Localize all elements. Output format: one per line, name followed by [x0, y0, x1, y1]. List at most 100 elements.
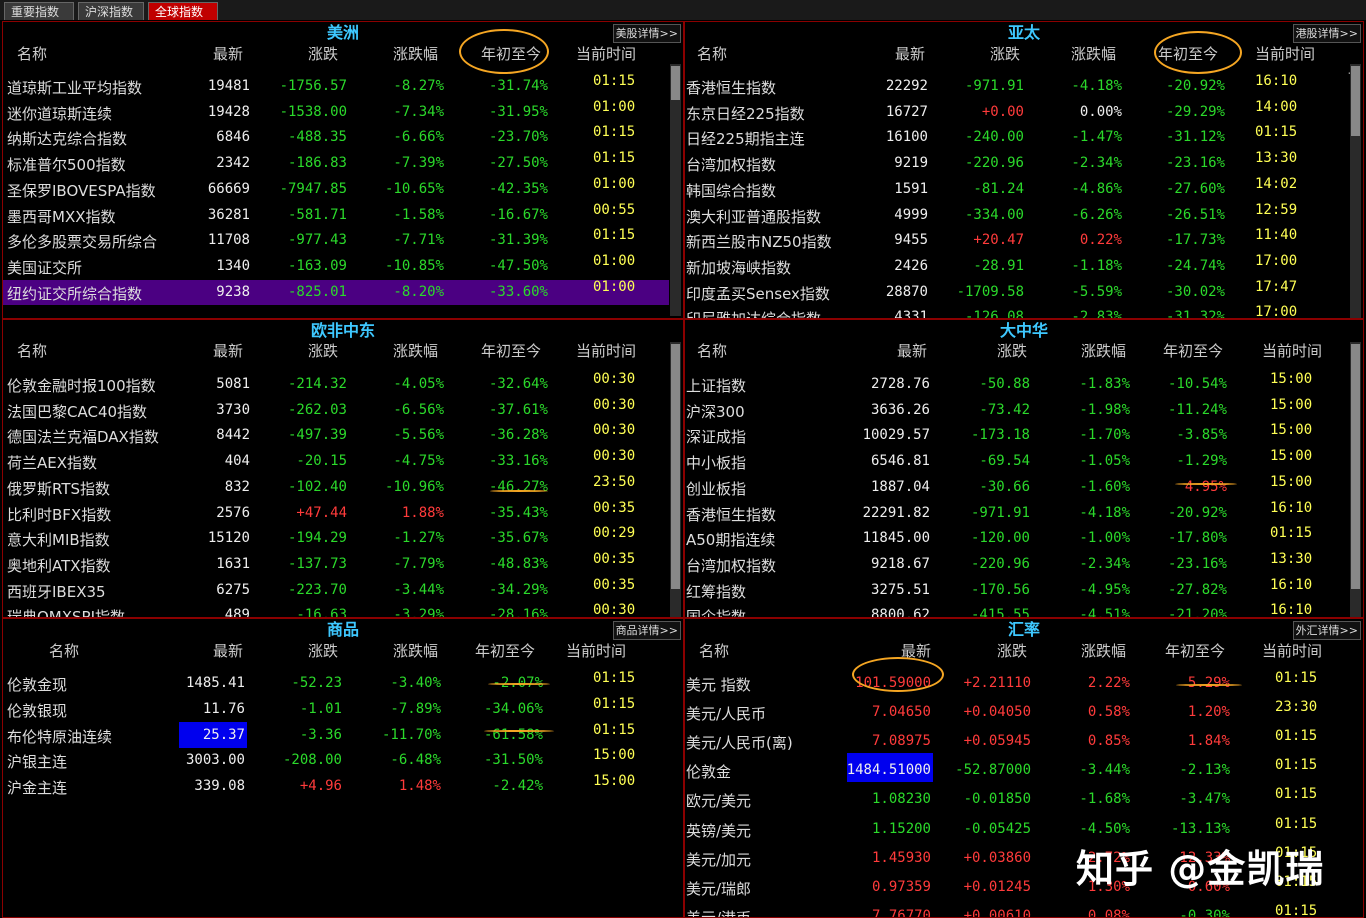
table-row[interactable]: 沪深300 3636.26 -73.42 -1.98% -11.24% 15:00: [685, 397, 1363, 425]
table-row[interactable]: A50期指连续 11845.00 -120.00 -1.00% -17.80% 01:15: [685, 525, 1363, 553]
column-header-time[interactable]: 当前时间: [566, 640, 626, 661]
column-header-change[interactable]: 涨跌: [997, 640, 1027, 661]
table-row[interactable]: 道琼斯工业平均指数 19481 -1756.57 -8.27% -31.74% 01:15: [3, 73, 683, 101]
table-row[interactable]: 沪银主连 3003.00 -208.00 -6.48% -31.50% 15:00: [3, 747, 683, 775]
column-header-ytd[interactable]: 年初至今: [1163, 340, 1223, 361]
detail-link[interactable]: 商品详情>>: [612, 621, 681, 640]
cell-time: 15:00: [1270, 422, 1313, 439]
column-header-ytd[interactable]: 年初至今: [1165, 640, 1225, 661]
table-row[interactable]: 伦敦金融时报100指数 5081 -214.32 -4.05% -32.64% 00:30: [3, 371, 683, 399]
column-header-ytd[interactable]: 年初至今: [475, 640, 535, 661]
scrollbar-thumb[interactable]: [1351, 66, 1360, 136]
table-row[interactable]: 中小板指 6546.81 -69.54 -1.05% -1.29% 15:00: [685, 448, 1363, 476]
table-row[interactable]: 法国巴黎CAC40指数 3730 -262.03 -6.56% -37.61% 00:30: [3, 397, 683, 425]
column-header-latest[interactable]: 最新: [895, 43, 925, 64]
table-row[interactable]: 意大利MIB指数 15120 -194.29 -1.27% -35.67% 00:29: [3, 525, 683, 553]
table-row[interactable]: 德国法兰克福DAX指数 8442 -497.39 -5.56% -36.28% 00:30: [3, 422, 683, 450]
vertical-scrollbar[interactable]: [1350, 342, 1361, 617]
table-row[interactable]: 印尼雅加达综合指数 4331 -126.08 -2.83% -31.32% 17:00: [685, 304, 1363, 318]
table-row[interactable]: 创业板指 1887.04 -30.66 -1.60% 4.95% 15:00: [685, 474, 1363, 502]
vertical-scrollbar[interactable]: [670, 342, 681, 617]
annotation-underline: [484, 730, 554, 732]
vertical-scrollbar[interactable]: [1350, 64, 1361, 318]
table-row[interactable]: 伦敦金 1484.51000 -52.87000 -3.44% -2.13% 01:15: [685, 753, 1363, 788]
column-header-time[interactable]: 当前时间: [1262, 640, 1322, 661]
column-header-name[interactable]: 名称: [697, 43, 727, 64]
table-row[interactable]: 美元/人民币(离) 7.08975 +0.05945 0.85% 1.84% 01:15: [685, 728, 1363, 759]
table-row[interactable]: 欧元/美元 1.08230 -0.01850 -1.68% -3.47% 01:15: [685, 786, 1363, 817]
table-row[interactable]: 墨西哥MXX指数 36281 -581.71 -1.58% -16.67% 00:55: [3, 202, 683, 230]
tab-global-indices[interactable]: 全球指数: [148, 2, 218, 20]
table-row[interactable]: 标准普尔500指数 2342 -186.83 -7.39% -27.50% 01:15: [3, 150, 683, 178]
scrollbar-thumb[interactable]: [1351, 344, 1360, 589]
table-row[interactable]: 美元/人民币 7.04650 +0.04050 0.58% 1.20% 23:30: [685, 699, 1363, 730]
table-row[interactable]: 香港恒生指数 22292 -971.91 -4.18% -20.92% 16:10: [685, 73, 1363, 101]
table-row[interactable]: 台湾加权指数 9219 -220.96 -2.34% -23.16% 13:30: [685, 150, 1363, 178]
table-row[interactable]: 美元/港币 7.76770 +0.00610 0.08% -0.30% 01:15: [685, 903, 1363, 917]
table-row[interactable]: 韩国综合指数 1591 -81.24 -4.86% -27.60% 14:02: [685, 176, 1363, 204]
column-header-pct[interactable]: 涨跌幅: [393, 640, 438, 661]
table-row[interactable]: 印度孟买Sensex指数 28870 -1709.58 -5.59% -30.02% 17…: [685, 279, 1363, 307]
table-row[interactable]: 东京日经225指数 16727 +0.00 0.00% -29.29% 14:00: [685, 99, 1363, 127]
column-header-latest[interactable]: 最新: [213, 340, 243, 361]
column-header-pct[interactable]: 涨跌幅: [1081, 640, 1126, 661]
column-header-pct[interactable]: 涨跌幅: [1081, 340, 1126, 361]
table-row[interactable]: 多伦多股票交易所综合 11708 -977.43 -7.71% -31.39% 01:15: [3, 227, 683, 255]
column-header-time[interactable]: 当前时间: [576, 340, 636, 361]
column-header-change[interactable]: 涨跌: [990, 43, 1020, 64]
table-row[interactable]: 红筹指数 3275.51 -170.56 -4.95% -27.82% 16:10: [685, 577, 1363, 605]
table-row[interactable]: 美元 指数 101.59000 +2.21110 2.22% 5.29% 01:15: [685, 670, 1363, 701]
table-row[interactable]: 香港恒生指数 22291.82 -971.91 -4.18% -20.92% 16:10: [685, 500, 1363, 528]
table-row[interactable]: 新加坡海峡指数 2426 -28.91 -1.18% -24.74% 17:00: [685, 253, 1363, 281]
table-row[interactable]: 比利时BFX指数 2576 +47.44 1.88% -35.43% 00:35: [3, 500, 683, 528]
column-header-latest[interactable]: 最新: [897, 340, 927, 361]
table-row[interactable]: 日经225期指主连 16100 -240.00 -1.47% -31.12% 01:15: [685, 124, 1363, 152]
tab-shanghai-shenzhen[interactable]: 沪深指数: [78, 2, 144, 20]
column-header-name[interactable]: 名称: [17, 43, 47, 64]
column-header-ytd[interactable]: 年初至今: [481, 340, 541, 361]
table-row[interactable]: 俄罗斯RTS指数 832 -102.40 -10.96% -46.27% 23:50: [3, 474, 683, 502]
column-header-time[interactable]: 当前时间: [1262, 340, 1322, 361]
scrollbar-thumb[interactable]: [671, 344, 680, 589]
column-header-name[interactable]: 名称: [49, 640, 79, 661]
tab-important-indices[interactable]: 重要指数: [4, 2, 74, 20]
table-row[interactable]: 伦敦金现 1485.41 -52.23 -3.40% -2.07% 01:15: [3, 670, 683, 698]
column-header-change[interactable]: 涨跌: [997, 340, 1027, 361]
column-header-change[interactable]: 涨跌: [308, 43, 338, 64]
column-header-change[interactable]: 涨跌: [308, 340, 338, 361]
table-row[interactable]: 纽约证交所综合指数 9238 -825.01 -8.20% -33.60% 01:00: [3, 279, 683, 307]
column-header-pct[interactable]: 涨跌幅: [1071, 43, 1116, 64]
column-header-latest[interactable]: 最新: [213, 43, 243, 64]
table-row[interactable]: 美国证交所 1340 -163.09 -10.85% -47.50% 01:00: [3, 253, 683, 281]
detail-link[interactable]: 港股详情>>: [1292, 24, 1361, 43]
detail-link[interactable]: 外汇详情>>: [1292, 621, 1361, 640]
column-header-name[interactable]: 名称: [17, 340, 47, 361]
table-row[interactable]: 纳斯达克综合指数 6846 -488.35 -6.66% -23.70% 01:15: [3, 124, 683, 152]
scrollbar-thumb[interactable]: [671, 66, 680, 100]
table-row[interactable]: 澳大利亚普通股指数 4999 -334.00 -6.26% -26.51% 12:59: [685, 202, 1363, 230]
column-header-latest[interactable]: 最新: [213, 640, 243, 661]
column-header-pct[interactable]: 涨跌幅: [393, 43, 438, 64]
table-row[interactable]: 迷你道琼斯连续 19428 -1538.00 -7.34% -31.95% 01:00: [3, 99, 683, 127]
table-row[interactable]: 上证指数 2728.76 -50.88 -1.83% -10.54% 15:00: [685, 371, 1363, 399]
table-row[interactable]: 伦敦银现 11.76 -1.01 -7.89% -34.06% 01:15: [3, 696, 683, 724]
table-row[interactable]: 圣保罗IBOVESPA指数 66669 -7947.85 -10.65% -42.35%…: [3, 176, 683, 204]
column-header-time[interactable]: 当前时间: [576, 43, 636, 64]
column-header-name[interactable]: 名称: [699, 640, 729, 661]
column-header-time[interactable]: 当前时间: [1255, 43, 1315, 64]
table-row[interactable]: 国企指数 8800.62 -415.55 -4.51% -21.20% 16:10: [685, 602, 1363, 617]
column-header-name[interactable]: 名称: [697, 340, 727, 361]
table-row[interactable]: 西班牙IBEX35 6275 -223.70 -3.44% -34.29% 00:35: [3, 577, 683, 605]
column-header-change[interactable]: 涨跌: [308, 640, 338, 661]
table-row[interactable]: 台湾加权指数 9218.67 -220.96 -2.34% -23.16% 13:30: [685, 551, 1363, 579]
vertical-scrollbar[interactable]: [670, 64, 681, 316]
table-row[interactable]: 新西兰股市NZ50指数 9455 +20.47 0.22% -17.73% 11:40: [685, 227, 1363, 255]
table-row[interactable]: 奥地利ATX指数 1631 -137.73 -7.79% -48.83% 00:35: [3, 551, 683, 579]
detail-link[interactable]: 美股详情>>: [612, 24, 681, 43]
table-row[interactable]: 深证成指 10029.57 -173.18 -1.70% -3.85% 15:00: [685, 422, 1363, 450]
table-row[interactable]: 布伦特原油连续 25.37 -3.36 -11.70% -61.58% 01:15: [3, 721, 683, 750]
table-row[interactable]: 瑞典OMXSPI指数 489 -16.63 -3.29% -28.16% 00:30: [3, 602, 683, 617]
table-row[interactable]: 沪金主连 339.08 +4.96 1.48% -2.42% 15:00: [3, 773, 683, 801]
table-row[interactable]: 荷兰AEX指数 404 -20.15 -4.75% -33.16% 00:30: [3, 448, 683, 476]
column-header-pct[interactable]: 涨跌幅: [393, 340, 438, 361]
